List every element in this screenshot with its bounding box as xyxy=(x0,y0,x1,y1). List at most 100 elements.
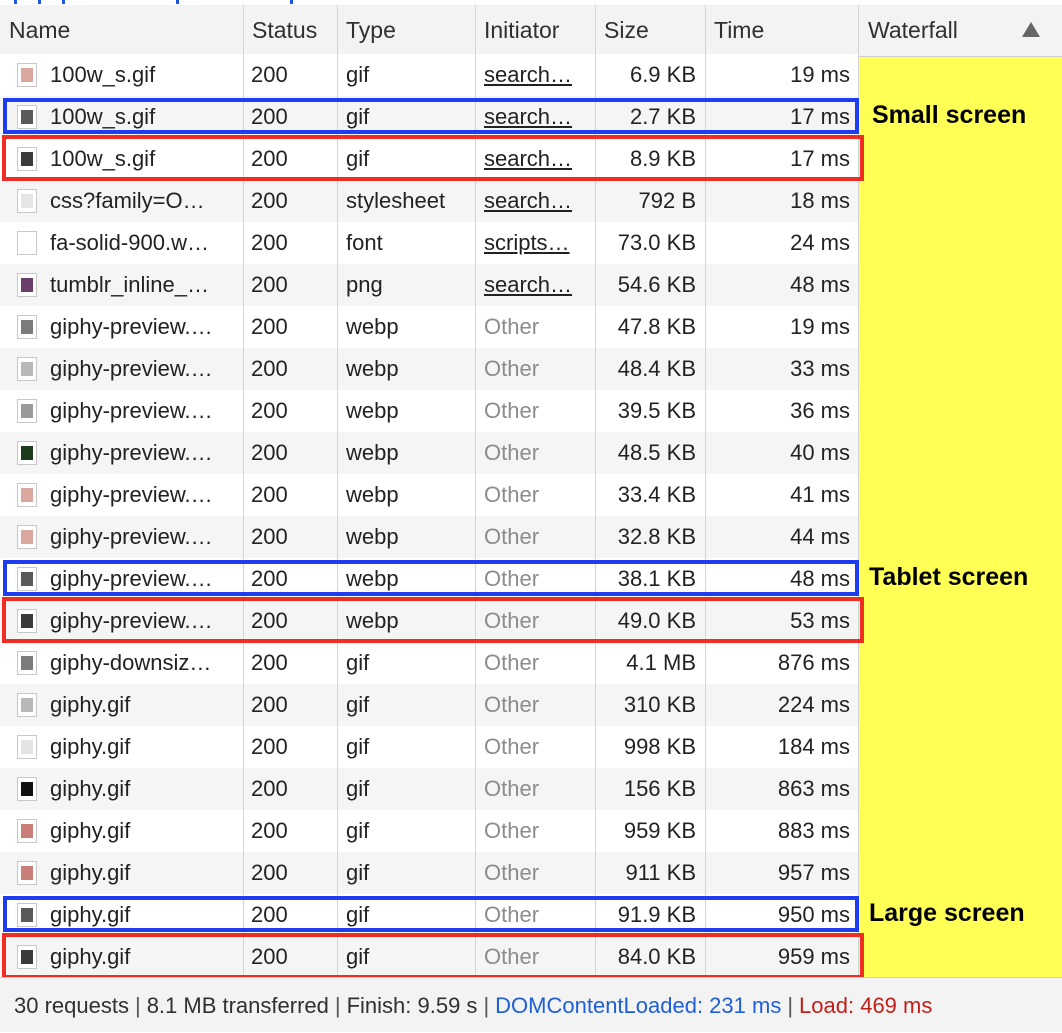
request-time: 17 ms xyxy=(790,104,850,129)
request-initiator: Other xyxy=(484,356,540,381)
image-thumb-icon xyxy=(17,525,37,549)
request-initiator[interactable]: search… xyxy=(484,264,584,306)
request-size: 48.4 KB xyxy=(617,356,696,381)
document-icon xyxy=(17,189,37,213)
table-row[interactable]: fa-solid-900.w… 200 font scripts… 73.0 KB 24 … xyxy=(0,222,858,264)
request-status: 200 xyxy=(251,398,288,423)
request-status: 200 xyxy=(251,566,288,591)
request-status: 200 xyxy=(251,230,288,255)
request-name: giphy-preview.… xyxy=(50,524,213,549)
image-thumb-icon xyxy=(17,105,37,129)
annotation-label: Large screen xyxy=(869,899,1025,927)
request-size: 39.5 KB xyxy=(617,398,696,423)
request-name: giphy-preview.… xyxy=(50,566,213,591)
request-size: 47.8 KB xyxy=(617,314,696,339)
table-row[interactable]: giphy.gif 200 gif Other 156 KB 863 ms xyxy=(0,768,858,810)
request-initiator[interactable]: search… xyxy=(484,54,584,96)
request-type: font xyxy=(346,230,383,255)
request-type: gif xyxy=(346,146,370,171)
request-initiator[interactable]: search… xyxy=(484,96,584,138)
request-time: 957 ms xyxy=(777,860,850,885)
column-header-status[interactable]: Status xyxy=(243,5,337,56)
table-row[interactable]: giphy-preview.… 200 webp Other 48.4 KB 33 ms xyxy=(0,348,858,390)
request-initiator: Other xyxy=(484,398,540,423)
request-status: 200 xyxy=(251,356,288,381)
image-thumb-icon xyxy=(17,315,37,339)
network-panel: Name Status Type Initiator Size Time Wat… xyxy=(0,0,1062,1032)
request-size: 38.1 KB xyxy=(617,566,696,591)
table-row[interactable]: giphy.gif 200 gif Other 911 KB 957 ms xyxy=(0,852,858,894)
request-name: 100w_s.gif xyxy=(50,62,156,87)
request-size: 4.1 MB xyxy=(626,650,696,675)
column-divider[interactable] xyxy=(705,5,706,977)
table-row[interactable]: giphy-preview.… 200 webp Other 38.1 KB 48 ms xyxy=(0,558,858,600)
table-row[interactable]: giphy-preview.… 200 webp Other 47.8 KB 19 ms xyxy=(0,306,858,348)
request-name: 100w_s.gif xyxy=(50,104,156,129)
request-type: gif xyxy=(346,902,370,927)
request-type: gif xyxy=(346,734,370,759)
image-thumb-icon xyxy=(17,63,37,87)
column-header-initiator[interactable]: Initiator xyxy=(475,5,595,56)
request-time: 883 ms xyxy=(777,818,850,843)
table-row[interactable]: giphy.gif 200 gif Other 84.0 KB 959 ms xyxy=(0,936,858,978)
table-row[interactable]: giphy.gif 200 gif Other 959 KB 883 ms xyxy=(0,810,858,852)
table-row[interactable]: giphy-preview.… 200 webp Other 33.4 KB 41 ms xyxy=(0,474,858,516)
request-initiator: Other xyxy=(484,902,540,927)
request-initiator: Other xyxy=(484,440,540,465)
request-status: 200 xyxy=(251,818,288,843)
request-status: 200 xyxy=(251,776,288,801)
request-type: stylesheet xyxy=(346,188,446,213)
request-initiator: Other xyxy=(484,524,540,549)
request-type: gif xyxy=(346,944,370,969)
table-row[interactable]: giphy.gif 200 gif Other 91.9 KB 950 ms xyxy=(0,894,858,936)
column-header-type[interactable]: Type xyxy=(337,5,475,56)
image-thumb-icon xyxy=(17,273,37,297)
request-initiator[interactable]: search… xyxy=(484,180,584,222)
request-name: fa-solid-900.w… xyxy=(50,230,209,255)
table-row[interactable]: giphy-preview.… 200 webp Other 39.5 KB 36 ms xyxy=(0,390,858,432)
table-row[interactable]: giphy-preview.… 200 webp Other 48.5 KB 40 ms xyxy=(0,432,858,474)
request-size: 310 KB xyxy=(623,692,696,717)
table-row[interactable]: 100w_s.gif 200 gif search… 2.7 KB 17 ms xyxy=(0,96,858,138)
table-row[interactable]: giphy.gif 200 gif Other 998 KB 184 ms xyxy=(0,726,858,768)
request-name: css?family=O… xyxy=(50,188,205,213)
request-status: 200 xyxy=(251,314,288,339)
request-initiator[interactable]: search… xyxy=(484,138,584,180)
waterfall-label: Waterfall xyxy=(868,17,958,43)
table-row[interactable]: css?family=O… 200 stylesheet search… 792 B 18… xyxy=(0,180,858,222)
column-header-time[interactable]: Time xyxy=(705,5,858,56)
request-name: giphy-downsiz… xyxy=(50,650,212,675)
request-initiator: Other xyxy=(484,650,540,675)
image-thumb-icon xyxy=(17,903,37,927)
request-initiator: Other xyxy=(484,608,540,633)
column-divider[interactable] xyxy=(595,5,596,977)
column-divider[interactable] xyxy=(858,5,859,977)
column-divider[interactable] xyxy=(475,5,476,977)
transferred-size: 8.1 MB transferred xyxy=(146,993,329,1018)
column-header-name[interactable]: Name xyxy=(0,5,243,56)
request-name: giphy.gif xyxy=(50,944,131,969)
column-header-size[interactable]: Size xyxy=(595,5,705,56)
table-row[interactable]: 100w_s.gif 200 gif search… 8.9 KB 17 ms xyxy=(0,138,858,180)
blank-file-icon xyxy=(17,231,37,255)
request-size: 2.7 KB xyxy=(629,104,696,129)
request-time: 48 ms xyxy=(790,566,850,591)
table-row[interactable]: giphy-preview.… 200 webp Other 32.8 KB 44 ms xyxy=(0,516,858,558)
table-row[interactable]: giphy.gif 200 gif Other 310 KB 224 ms xyxy=(0,684,858,726)
request-status: 200 xyxy=(251,524,288,549)
request-type: webp xyxy=(346,356,399,381)
request-type: webp xyxy=(346,608,399,633)
table-row[interactable]: giphy-preview.… 200 webp Other 49.0 KB 53 ms xyxy=(0,600,858,642)
table-row[interactable]: 100w_s.gif 200 gif search… 6.9 KB 19 ms xyxy=(0,54,858,96)
request-initiator[interactable]: scripts… xyxy=(484,222,584,264)
table-row[interactable]: tumblr_inline_… 200 png search… 54.6 KB 48 ms xyxy=(0,264,858,306)
request-time: 18 ms xyxy=(790,188,850,213)
request-size: 8.9 KB xyxy=(629,146,696,171)
request-size: 84.0 KB xyxy=(617,944,696,969)
column-divider[interactable] xyxy=(243,5,244,977)
requests-count: 30 requests xyxy=(14,993,129,1018)
column-divider[interactable] xyxy=(337,5,338,977)
image-thumb-icon xyxy=(17,483,37,507)
table-row[interactable]: giphy-downsiz… 200 gif Other 4.1 MB 876 ms xyxy=(0,642,858,684)
sort-ascending-icon[interactable] xyxy=(1022,22,1040,37)
